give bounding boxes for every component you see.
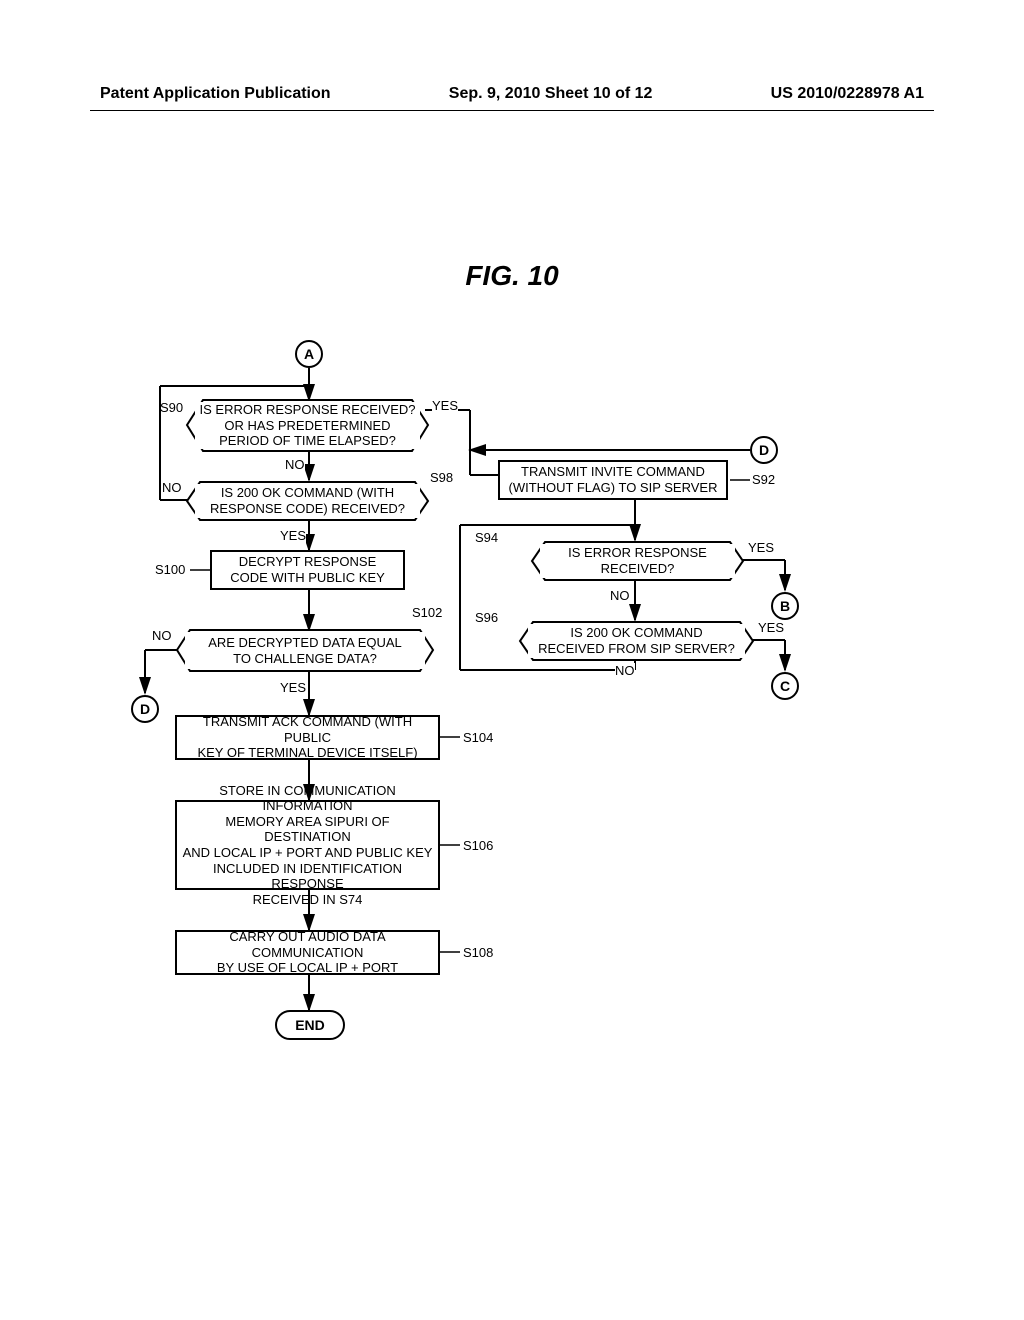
decision-s90: IS ERROR RESPONSE RECEIVED? OR HAS PREDE…: [195, 402, 420, 449]
s98-yes: YES: [280, 528, 306, 543]
s98-no: NO: [162, 480, 182, 495]
header-left: Patent Application Publication: [100, 85, 331, 103]
s96-yes: YES: [758, 620, 784, 635]
label-s90: S90: [160, 400, 183, 415]
page-header: Patent Application Publication Sep. 9, 2…: [0, 85, 1024, 103]
label-s100: S100: [155, 562, 185, 577]
flowchart-canvas: A IS ERROR RESPONSE RECEIVED? OR HAS PRE…: [130, 340, 910, 1120]
terminator-end: END: [275, 1010, 345, 1040]
process-s104: TRANSMIT ACK COMMAND (WITH PUBLIC KEY OF…: [175, 715, 440, 760]
decision-s94: IS ERROR RESPONSE RECEIVED?: [540, 544, 735, 578]
label-s98: S98: [430, 470, 453, 485]
header-right: US 2010/0228978 A1: [771, 85, 924, 103]
header-center: Sep. 9, 2010 Sheet 10 of 12: [449, 85, 653, 103]
s102-yes: YES: [280, 680, 306, 695]
label-s102: S102: [412, 605, 442, 620]
connector-d-right: D: [750, 436, 778, 464]
s96-no: NO: [615, 663, 635, 678]
s90-no: NO: [285, 457, 305, 472]
connector-d-left: D: [131, 695, 159, 723]
process-s106: STORE IN COMMUNICATION INFORMATION MEMOR…: [175, 800, 440, 890]
connector-c: C: [771, 672, 799, 700]
decision-s98: IS 200 OK COMMAND (WITH RESPONSE CODE) R…: [195, 484, 420, 518]
label-s104: S104: [463, 730, 493, 745]
header-divider: [90, 110, 934, 111]
connector-a: A: [295, 340, 323, 368]
connector-b: B: [771, 592, 799, 620]
label-s106: S106: [463, 838, 493, 853]
label-s96: S96: [475, 610, 498, 625]
label-s94: S94: [475, 530, 498, 545]
s90-yes: YES: [432, 398, 458, 413]
decision-s96: IS 200 OK COMMAND RECEIVED FROM SIP SERV…: [528, 624, 745, 658]
process-s100: DECRYPT RESPONSE CODE WITH PUBLIC KEY: [210, 550, 405, 590]
label-s92: S92: [752, 472, 775, 487]
s102-no: NO: [152, 628, 172, 643]
figure-title: FIG. 10: [465, 260, 558, 292]
label-s108: S108: [463, 945, 493, 960]
process-s92: TRANSMIT INVITE COMMAND (WITHOUT FLAG) T…: [498, 460, 728, 500]
process-s108: CARRY OUT AUDIO DATA COMMUNICATION BY US…: [175, 930, 440, 975]
s94-no: NO: [610, 588, 630, 603]
decision-s102: ARE DECRYPTED DATA EQUAL TO CHALLENGE DA…: [185, 632, 425, 669]
s94-yes: YES: [748, 540, 774, 555]
